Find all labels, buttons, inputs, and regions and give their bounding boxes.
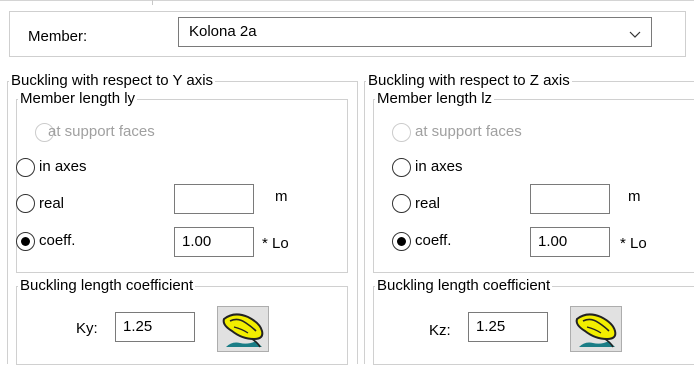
kz-chart-button[interactable] xyxy=(570,306,622,352)
real-length-y-input[interactable] xyxy=(174,184,254,214)
buckling-coef-y-title: Buckling length coefficient xyxy=(20,277,194,294)
member-length-z-title: Member length lz xyxy=(377,90,493,107)
radio-selected-dot xyxy=(21,237,30,246)
radio-z-coeff-label: coeff. xyxy=(415,232,452,249)
real-length-y-unit: m xyxy=(275,188,288,205)
buckling-shape-icon xyxy=(222,313,264,348)
radio-y-coeff-label: coeff. xyxy=(39,232,76,249)
kz-label: Kz: xyxy=(429,322,451,339)
radio-selected-dot xyxy=(397,237,406,246)
buckling-shape-icon xyxy=(575,313,617,348)
member-dropdown-value: Kolona 2a xyxy=(189,23,257,40)
member-dropdown[interactable]: Kolona 2a xyxy=(178,17,652,47)
real-length-z-input[interactable] xyxy=(530,184,610,214)
radio-z-in-axes-label: in axes xyxy=(415,158,463,175)
top-border xyxy=(0,0,694,1)
ky-label: Ky: xyxy=(76,320,98,337)
real-length-z-unit: m xyxy=(628,188,641,205)
buckling-y-title: Buckling with respect to Y axis xyxy=(11,72,214,89)
coeff-y-suffix: * Lo xyxy=(262,235,289,252)
kz-input[interactable]: 1.25 xyxy=(468,312,548,342)
ky-input[interactable]: 1.25 xyxy=(115,312,195,342)
radio-z-coeff[interactable] xyxy=(392,232,411,251)
coeff-y-input[interactable]: 1.00 xyxy=(174,227,254,257)
radio-z-support-faces-label: at support faces xyxy=(415,123,522,140)
coeff-z-suffix: * Lo xyxy=(620,235,647,252)
member-label: Member: xyxy=(28,28,88,45)
radio-y-real[interactable] xyxy=(16,194,35,213)
tab-separator xyxy=(152,0,153,5)
buckling-z-title: Buckling with respect to Z axis xyxy=(368,72,570,89)
radio-z-support-faces[interactable] xyxy=(392,123,411,142)
chevron-down-icon[interactable] xyxy=(629,26,641,43)
radio-z-in-axes[interactable] xyxy=(392,158,411,177)
radio-y-support-faces-label: at support faces xyxy=(48,123,155,140)
member-length-y-title: Member length ly xyxy=(20,90,136,107)
radio-y-coeff[interactable] xyxy=(16,232,35,251)
ky-chart-button[interactable] xyxy=(217,306,269,352)
coeff-z-input[interactable]: 1.00 xyxy=(530,227,610,257)
radio-z-real[interactable] xyxy=(392,194,411,213)
radio-y-in-axes-label: in axes xyxy=(39,158,87,175)
radio-y-real-label: real xyxy=(39,195,65,212)
buckling-coef-z-title: Buckling length coefficient xyxy=(377,277,551,294)
radio-y-in-axes[interactable] xyxy=(16,158,35,177)
radio-z-real-label: real xyxy=(415,195,441,212)
